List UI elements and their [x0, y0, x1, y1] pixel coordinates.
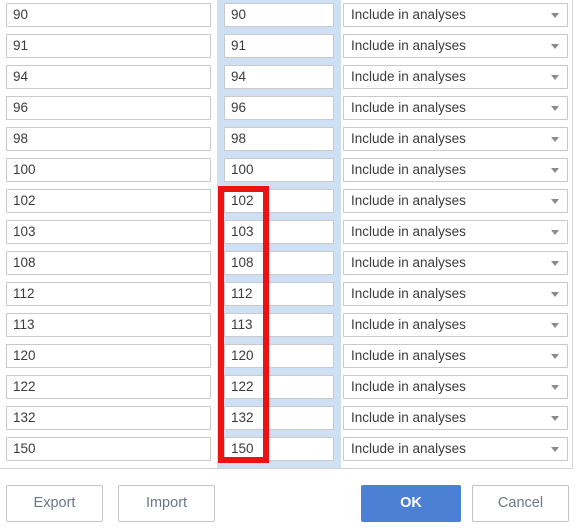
recoded-value-input[interactable]: 102: [224, 189, 334, 213]
chevron-down-icon: [551, 292, 559, 297]
chevron-down-icon: [551, 323, 559, 328]
recoded-value-input[interactable]: 96: [224, 96, 334, 120]
chevron-down-icon: [551, 385, 559, 390]
original-value-input[interactable]: 132: [6, 406, 211, 430]
chevron-down-icon: [551, 106, 559, 111]
chevron-down-icon: [551, 13, 559, 18]
action-select-label: Include in analyses: [351, 162, 466, 177]
table-row: 90 90 Include in analyses: [0, 0, 587, 31]
action-select-label: Include in analyses: [351, 317, 466, 332]
chevron-down-icon: [551, 137, 559, 142]
action-select[interactable]: Include in analyses: [343, 437, 568, 461]
action-select-label: Include in analyses: [351, 441, 466, 456]
chevron-down-icon: [551, 261, 559, 266]
export-button[interactable]: Export: [6, 485, 103, 522]
original-value-input[interactable]: 122: [6, 375, 211, 399]
original-value-input[interactable]: 96: [6, 96, 211, 120]
action-select-label: Include in analyses: [351, 193, 466, 208]
action-select[interactable]: Include in analyses: [343, 313, 568, 337]
action-select[interactable]: Include in analyses: [343, 34, 568, 58]
chevron-down-icon: [551, 75, 559, 80]
recoded-value-input[interactable]: 112: [224, 282, 334, 306]
original-value-input[interactable]: 150: [6, 437, 211, 461]
recoded-value-input[interactable]: 103: [224, 220, 334, 244]
recoded-value-input[interactable]: 94: [224, 65, 334, 89]
table-row: 132 132 Include in analyses: [0, 403, 587, 434]
action-select-label: Include in analyses: [351, 255, 466, 270]
original-value-input[interactable]: 112: [6, 282, 211, 306]
recoded-value-input[interactable]: 98: [224, 127, 334, 151]
recoded-value-input[interactable]: 122: [224, 375, 334, 399]
action-select[interactable]: Include in analyses: [343, 344, 568, 368]
action-select-label: Include in analyses: [351, 379, 466, 394]
table-row: 120 120 Include in analyses: [0, 341, 587, 372]
recoded-value-input[interactable]: 150: [224, 437, 334, 461]
action-select[interactable]: Include in analyses: [343, 3, 568, 27]
cancel-button[interactable]: Cancel: [472, 485, 569, 522]
action-select[interactable]: Include in analyses: [343, 251, 568, 275]
table-row: 108 108 Include in analyses: [0, 248, 587, 279]
action-select[interactable]: Include in analyses: [343, 158, 568, 182]
recoded-value-input[interactable]: 108: [224, 251, 334, 275]
original-value-input[interactable]: 98: [6, 127, 211, 151]
grid-vertical-scroll-track[interactable]: [572, 0, 573, 469]
action-select-label: Include in analyses: [351, 410, 466, 425]
recoded-value-input[interactable]: 113: [224, 313, 334, 337]
action-select-label: Include in analyses: [351, 38, 466, 53]
table-row: 113 113 Include in analyses: [0, 310, 587, 341]
recoded-value-input[interactable]: 120: [224, 344, 334, 368]
action-select[interactable]: Include in analyses: [343, 189, 568, 213]
import-button[interactable]: Import: [118, 485, 215, 522]
grid-bottom-divider: [0, 468, 572, 469]
chevron-down-icon: [551, 447, 559, 452]
table-row: 91 91 Include in analyses: [0, 31, 587, 62]
chevron-down-icon: [551, 416, 559, 421]
action-select[interactable]: Include in analyses: [343, 282, 568, 306]
table-row: 94 94 Include in analyses: [0, 62, 587, 93]
table-row: 112 112 Include in analyses: [0, 279, 587, 310]
action-select[interactable]: Include in analyses: [343, 96, 568, 120]
action-select[interactable]: Include in analyses: [343, 220, 568, 244]
action-select-label: Include in analyses: [351, 286, 466, 301]
original-value-input[interactable]: 91: [6, 34, 211, 58]
chevron-down-icon: [551, 168, 559, 173]
original-value-input[interactable]: 108: [6, 251, 211, 275]
action-select[interactable]: Include in analyses: [343, 375, 568, 399]
action-select-label: Include in analyses: [351, 224, 466, 239]
action-select-label: Include in analyses: [351, 7, 466, 22]
original-value-input[interactable]: 102: [6, 189, 211, 213]
table-row: 103 103 Include in analyses: [0, 217, 587, 248]
chevron-down-icon: [551, 199, 559, 204]
value-grid-panel: 90 90 Include in analyses 91 91 Include in an…: [0, 0, 587, 470]
chevron-down-icon: [551, 354, 559, 359]
action-select-label: Include in analyses: [351, 348, 466, 363]
original-value-input[interactable]: 120: [6, 344, 211, 368]
original-value-input[interactable]: 113: [6, 313, 211, 337]
table-row: 122 122 Include in analyses: [0, 372, 587, 403]
dialog-footer: Export Import OK Cancel: [0, 470, 587, 532]
table-row: 96 96 Include in analyses: [0, 93, 587, 124]
original-value-input[interactable]: 94: [6, 65, 211, 89]
action-select[interactable]: Include in analyses: [343, 127, 568, 151]
chevron-down-icon: [551, 44, 559, 49]
original-value-input[interactable]: 90: [6, 3, 211, 27]
action-select[interactable]: Include in analyses: [343, 65, 568, 89]
recoded-value-input[interactable]: 90: [224, 3, 334, 27]
table-row: 98 98 Include in analyses: [0, 124, 587, 155]
ok-button[interactable]: OK: [361, 485, 461, 522]
table-row: 102 102 Include in analyses: [0, 186, 587, 217]
original-value-input[interactable]: 103: [6, 220, 211, 244]
action-select-label: Include in analyses: [351, 69, 466, 84]
recoded-value-input[interactable]: 91: [224, 34, 334, 58]
chevron-down-icon: [551, 230, 559, 235]
action-select-label: Include in analyses: [351, 131, 466, 146]
action-select[interactable]: Include in analyses: [343, 406, 568, 430]
original-value-input[interactable]: 100: [6, 158, 211, 182]
recoded-value-input[interactable]: 132: [224, 406, 334, 430]
table-row: 150 150 Include in analyses: [0, 434, 587, 465]
action-select-label: Include in analyses: [351, 100, 466, 115]
table-row: 100 100 Include in analyses: [0, 155, 587, 186]
recoded-value-input[interactable]: 100: [224, 158, 334, 182]
